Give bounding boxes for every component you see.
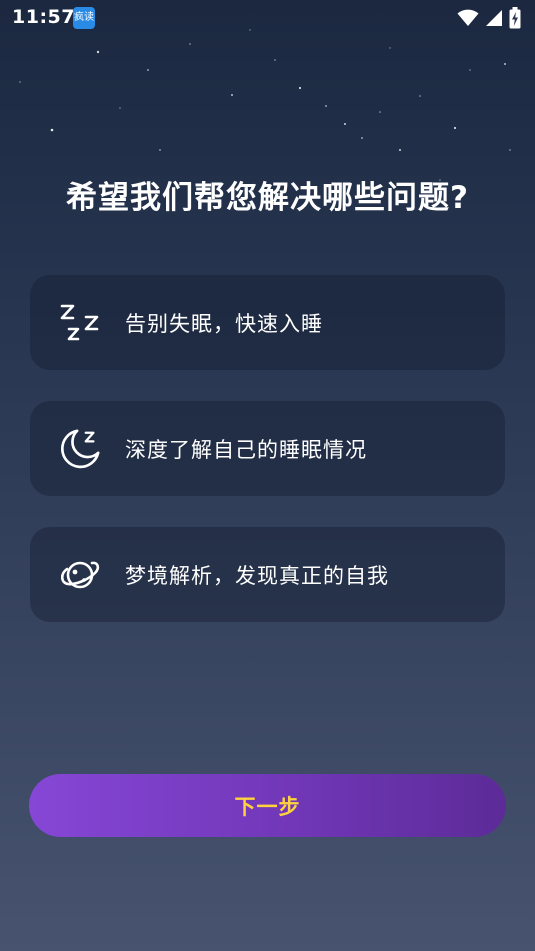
next-step-button[interactable]: 下一步 xyxy=(29,774,506,837)
app-notification-icon: 疯读 xyxy=(73,7,95,29)
moon-zzz-icon xyxy=(58,427,102,471)
option-label: 梦境解析，发现真正的自我 xyxy=(125,563,389,588)
option-card-sleep-analysis[interactable]: 深度了解自己的睡眠情况 xyxy=(30,401,505,496)
battery-charging-icon xyxy=(509,7,521,29)
option-card-dream-analysis[interactable]: 梦境解析，发现真正的自我 xyxy=(30,527,505,622)
sleep-zzz-icon xyxy=(58,301,102,345)
wifi-icon xyxy=(457,9,479,26)
option-label: 告别失眠，快速入睡 xyxy=(125,311,323,336)
status-time: 11:57 xyxy=(12,6,75,28)
page-title: 希望我们帮您解决哪些问题? xyxy=(66,180,469,216)
option-card-insomnia[interactable]: 告别失眠，快速入睡 xyxy=(30,275,505,370)
option-label: 深度了解自己的睡眠情况 xyxy=(125,437,367,462)
dream-planet-icon xyxy=(58,553,102,597)
status-bar: 11:57 疯读 xyxy=(0,0,535,36)
starfield-decoration xyxy=(19,29,511,201)
status-icons xyxy=(457,6,521,30)
cellular-signal-icon xyxy=(486,10,502,26)
